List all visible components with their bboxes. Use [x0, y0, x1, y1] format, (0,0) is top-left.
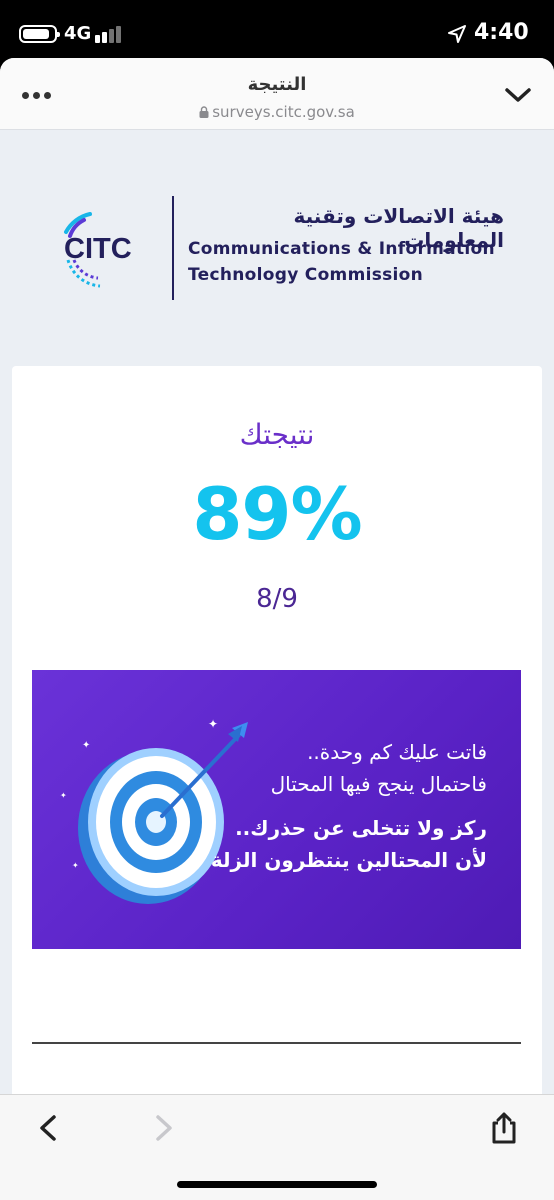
status-bar: 4G 4:40 [0, 0, 554, 62]
banner-line-3: ركز ولا تتخلى عن حذرك.. [235, 816, 487, 840]
logo-divider [172, 196, 174, 300]
svg-text:✦: ✦ [82, 740, 90, 751]
chevron-down-icon[interactable] [504, 86, 532, 104]
banner-line-2: فاحتمال ينجح فيها المحتال [270, 772, 487, 796]
org-name-english-line1: Communications & Information [188, 239, 495, 259]
result-card: نتيجتك 89% 8/9 ✦ ✦ ✦ ✦ فاتت عليك كم وحدة… [12, 366, 542, 1200]
svg-text:✦: ✦ [60, 791, 67, 800]
home-indicator [177, 1181, 377, 1188]
url-text: surveys.citc.gov.sa [212, 103, 355, 121]
banner-line-1: فاتت عليك كم وحدة.. [307, 740, 487, 764]
result-banner: ✦ ✦ ✦ ✦ فاتت عليك كم وحدة.. فاحتمال ينجح… [32, 670, 521, 949]
target-icon: ✦ ✦ ✦ ✦ [60, 718, 248, 904]
bottom-toolbar [0, 1094, 554, 1200]
share-icon[interactable] [488, 1111, 520, 1145]
browser-sheet: النتيجة surveys.citc.gov.sa CITC هيئة ال… [0, 58, 554, 1200]
page-title: النتيجة [247, 74, 307, 95]
svg-text:✦: ✦ [72, 861, 79, 870]
citc-logo: CITC هيئة الاتصالات وتقنية المعلومات Com… [0, 130, 554, 366]
org-name-english-line2: Technology Commission [188, 265, 424, 285]
url-bar[interactable]: surveys.citc.gov.sa [0, 103, 554, 121]
citc-logo-mark: CITC [64, 212, 132, 288]
network-type: 4G [64, 23, 92, 44]
banner-line-4: لأن المحتالين ينتظرون الزلة [210, 848, 487, 872]
divider [32, 1042, 521, 1044]
lock-icon [199, 106, 209, 118]
signal-icon [95, 25, 125, 43]
result-percent: 89% [192, 472, 362, 556]
result-score: 8/9 [256, 584, 298, 614]
location-arrow-icon [448, 25, 466, 43]
clock: 4:40 [474, 20, 529, 45]
url-header: النتيجة surveys.citc.gov.sa [0, 58, 554, 130]
svg-text:✦: ✦ [208, 718, 218, 731]
result-label: نتيجتك [239, 418, 315, 451]
logo-mark-text: CITC [64, 233, 132, 265]
battery-icon [19, 25, 60, 43]
org-name-english: Communications & Information Technology … [188, 236, 495, 288]
forward-icon[interactable] [152, 1113, 176, 1143]
back-icon[interactable] [36, 1113, 60, 1143]
